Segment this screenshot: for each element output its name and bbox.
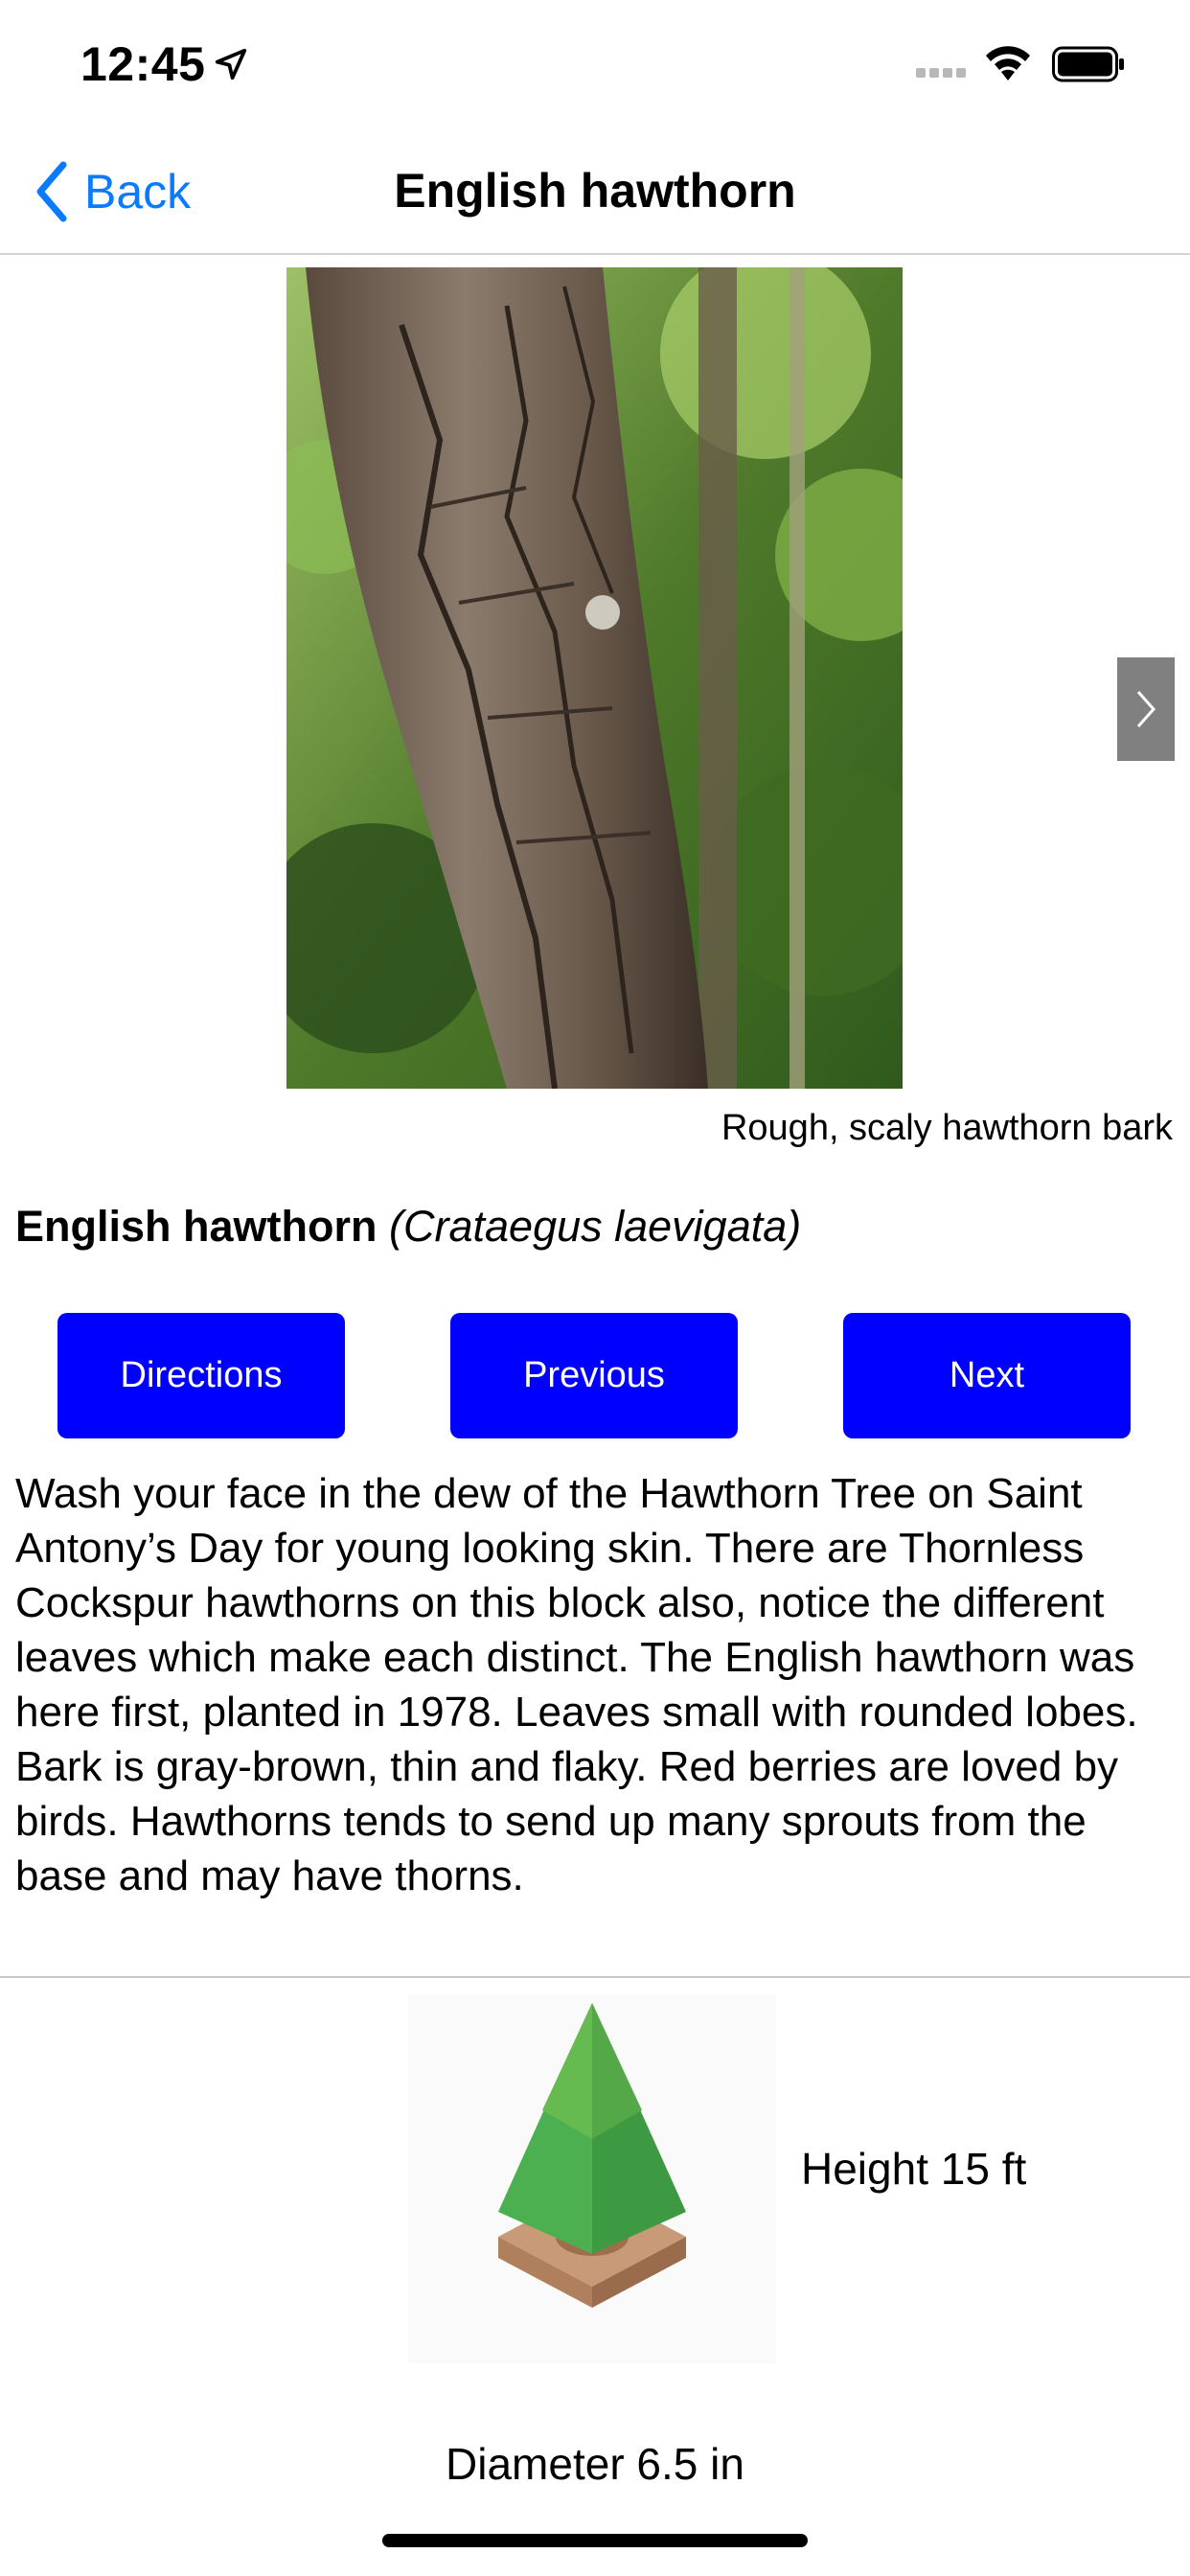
- species-heading: English hawthorn (Crataegus laevigata): [15, 1202, 801, 1252]
- tree-description: Wash your face in the dew of the Hawthor…: [15, 1470, 1138, 1899]
- next-button[interactable]: Next: [843, 1313, 1131, 1438]
- divider: [0, 1976, 1190, 1978]
- next-photo-button[interactable]: [1117, 657, 1175, 761]
- chevron-right-icon: [1136, 691, 1156, 727]
- directions-button[interactable]: Directions: [57, 1313, 345, 1438]
- tree-icon: [408, 1995, 776, 2363]
- location-arrow-icon: [215, 48, 247, 80]
- tree-photo: [286, 267, 903, 1089]
- common-name: English hawthorn: [15, 1202, 378, 1251]
- page-title: English hawthorn: [394, 164, 796, 218]
- navigation-bar: Back English hawthorn: [0, 125, 1190, 255]
- status-time: 12:45: [80, 37, 206, 91]
- battery-icon: [1052, 46, 1124, 82]
- previous-button[interactable]: Previous: [450, 1313, 738, 1438]
- photo-caption: Rough, scaly hawthorn bark: [721, 1108, 1173, 1148]
- scientific-name: (Crataegus laevigata): [389, 1202, 802, 1251]
- home-indicator[interactable]: [382, 2534, 808, 2547]
- wifi-icon: [986, 46, 1030, 80]
- diameter-label: Diameter 6.5 in: [446, 2439, 744, 2489]
- status-bar: 12:45: [0, 0, 1190, 125]
- height-label: Height 15 ft: [801, 2144, 1027, 2194]
- cellular-signal-icon: [916, 65, 970, 82]
